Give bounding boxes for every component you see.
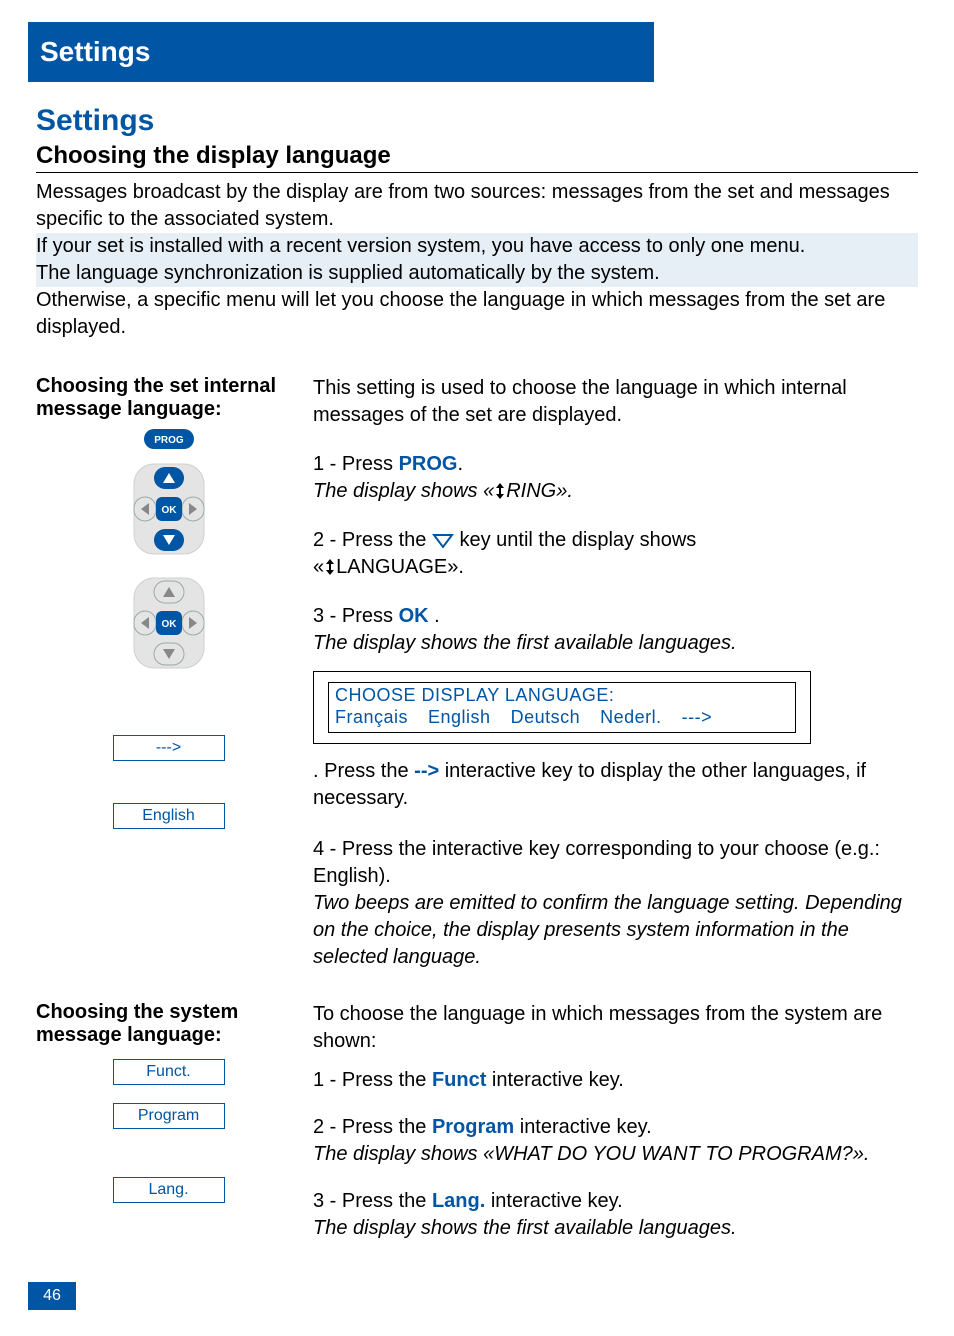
page-number-text: 46 — [43, 1287, 61, 1305]
next-arrow-label: --> — [414, 760, 439, 782]
lcd-options-row: Français English Deutsch Nederl. ---> — [335, 707, 789, 729]
step1-note: The display shows « RING». — [313, 480, 573, 502]
b2-step3: 3 - Press the Lang. interactive key. The… — [313, 1188, 918, 1242]
lcd-opt-3: Nederl. — [600, 707, 662, 729]
svg-text:PROG: PROG — [154, 435, 184, 446]
nk-a: . Press the — [313, 760, 414, 782]
block2-intro: To choose the language in which messages… — [313, 1001, 918, 1055]
step4: 4 - Press the interactive key correspond… — [313, 836, 918, 971]
right-col-2: To choose the language in which messages… — [301, 1001, 918, 1242]
page-content: Settings Choosing the display language M… — [36, 104, 918, 1242]
softkey-next: ---> — [113, 735, 225, 761]
navpad-ok-icon: OK — [114, 573, 224, 673]
b2s1a: 1 - Press the — [313, 1069, 432, 1091]
b2s2a: 2 - Press the — [313, 1116, 432, 1138]
intro-highlight-1: If your set is installed with a recent v… — [36, 233, 918, 260]
step1-b: . — [457, 453, 463, 475]
next-key-text: . Press the --> interactive key to displ… — [313, 758, 918, 812]
step1-a: 1 - Press — [313, 453, 399, 475]
step1-note-b: RING». — [506, 480, 573, 502]
header-title: Settings — [28, 36, 150, 68]
b2s3a: 3 - Press the — [313, 1190, 432, 1212]
step4-note: Two beeps are emitted to confirm the lan… — [313, 892, 902, 968]
lcd-display: CHOOSE DISPLAY LANGUAGE: Français Englis… — [313, 671, 811, 744]
intro-line-1: Messages broadcast by the display are fr… — [36, 181, 890, 230]
b2-step3-note: The display shows the first available la… — [313, 1217, 737, 1239]
lcd-opt-0: Français — [335, 707, 408, 729]
step1-note-a: The display shows « — [313, 480, 494, 502]
step3-b: . — [429, 605, 440, 627]
left-col-2: Choosing the system message language: Fu… — [36, 1001, 301, 1242]
block-set-internal: Choosing the set internal message langua… — [36, 375, 918, 971]
lcd-inner: CHOOSE DISPLAY LANGUAGE: Français Englis… — [328, 682, 796, 733]
step3: 3 - Press OK . The display shows the fir… — [313, 603, 918, 657]
intro-block: Messages broadcast by the display are fr… — [36, 179, 918, 341]
lang-key-label: Lang. — [432, 1190, 485, 1212]
page-number: 46 — [28, 1282, 76, 1310]
softkey-lang: Lang. — [113, 1177, 225, 1203]
softkey-funct: Funct. — [113, 1059, 225, 1085]
intro-highlight-2: The language synchronization is supplied… — [36, 260, 918, 287]
step4-a: 4 - Press the interactive key correspond… — [313, 838, 880, 887]
left-col-1: Choosing the set internal message langua… — [36, 375, 301, 971]
funct-key-label: Funct — [432, 1069, 486, 1091]
b2-step2-note: The display shows «WHAT DO YOU WANT TO P… — [313, 1143, 869, 1165]
svg-text:OK: OK — [161, 619, 177, 630]
step3-a: 3 - Press — [313, 605, 399, 627]
section-h2: Choosing the display language — [36, 142, 918, 173]
left-heading-2: Choosing the system message language: — [36, 1001, 301, 1047]
lcd-opt-1: English — [428, 707, 491, 729]
block-system-language: Choosing the system message language: Fu… — [36, 1001, 918, 1242]
step2-c-b: LANGUAGE». — [336, 556, 464, 578]
left-heading-1: Choosing the set internal message langua… — [36, 375, 301, 421]
step1: 1 - Press PROG. The display shows « RING»… — [313, 451, 918, 505]
program-key-label: Program — [432, 1116, 514, 1138]
step2-b: key until the display shows — [460, 529, 697, 551]
step2-a: 2 - Press the — [313, 529, 432, 551]
prog-key-label: PROG — [399, 453, 458, 475]
lcd-title: CHOOSE DISPLAY LANGUAGE: — [335, 685, 789, 707]
navpad-prog-icon: PROG OK — [114, 429, 224, 559]
intro-line-2: Otherwise, a specific menu will let you … — [36, 289, 885, 338]
b2-step1: 1 - Press the Funct interactive key. — [313, 1067, 918, 1094]
step2-c-a: « — [313, 556, 324, 578]
section-h1: Settings — [36, 104, 918, 138]
b2s1b: interactive key. — [486, 1069, 623, 1091]
updown-icon — [494, 483, 506, 499]
down-key-icon — [432, 533, 454, 549]
block1-intro: This setting is used to choose the langu… — [313, 375, 918, 429]
b2s2b: interactive key. — [514, 1116, 651, 1138]
lcd-opt-4: ---> — [682, 707, 713, 729]
b2s3b: interactive key. — [485, 1190, 622, 1212]
svg-text:OK: OK — [161, 505, 177, 516]
step3-note: The display shows the first available la… — [313, 632, 737, 654]
b2-step2: 2 - Press the Program interactive key. T… — [313, 1114, 918, 1168]
ok-key-label: OK — [399, 605, 429, 627]
right-col-1: This setting is used to choose the langu… — [301, 375, 918, 971]
lcd-opt-2: Deutsch — [511, 707, 581, 729]
softkey-english: English — [113, 803, 225, 829]
softkey-program: Program — [113, 1103, 225, 1129]
updown-icon-2 — [324, 559, 336, 575]
step2: 2 - Press the key until the display show… — [313, 527, 918, 581]
header-band: Settings — [28, 22, 654, 82]
